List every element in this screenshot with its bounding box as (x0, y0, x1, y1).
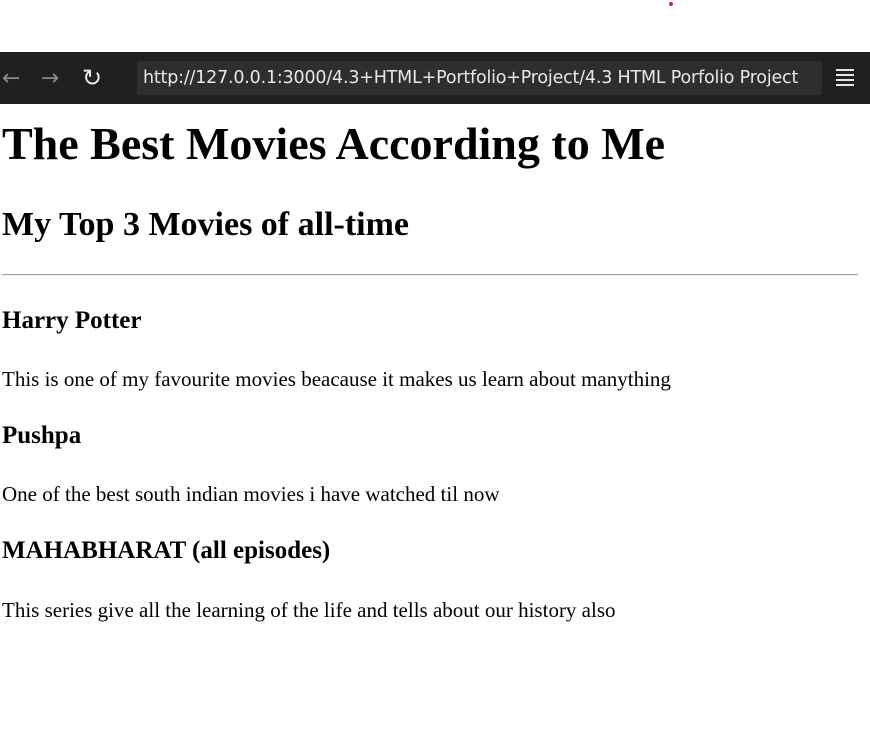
reload-icon: ↻ (81, 64, 103, 92)
browser-toolbar: ← → ↻ http://127.0.0.1:3000/4.3+HTML+Por… (0, 52, 870, 104)
movie-title-pushpa: Pushpa (2, 422, 82, 449)
address-bar[interactable]: http://127.0.0.1:3000/4.3+HTML+Portfolio… (137, 61, 822, 95)
arrow-left-icon: ← (2, 65, 21, 91)
back-button[interactable]: ← (0, 52, 30, 104)
menu-icon-line (836, 73, 854, 76)
arrow-right-icon: → (40, 65, 60, 91)
movie-description-harry-potter: This is one of my favourite movies beaca… (2, 367, 671, 391)
movie-title-mahabharat: MAHABHARAT (all episodes) (2, 537, 331, 564)
reload-button[interactable]: ↻ (70, 52, 114, 104)
top-strip (0, 0, 870, 52)
menu-icon-line (836, 83, 854, 86)
section-title: My Top 3 Movies of all-time (2, 206, 410, 243)
forward-button[interactable]: → (30, 52, 70, 104)
menu-button[interactable] (834, 66, 856, 88)
movie-description-mahabharat: This series give all the learning of the… (2, 598, 616, 622)
red-dot-indicator (669, 2, 673, 6)
movie-description-pushpa: One of the best south indian movies i ha… (2, 482, 500, 506)
menu-icon-line (836, 78, 854, 81)
url-text: http://127.0.0.1:3000/4.3+HTML+Portfolio… (143, 68, 799, 88)
page-title: The Best Movies According to Me (2, 118, 666, 169)
horizontal-rule (2, 274, 858, 276)
menu-icon-line (836, 68, 854, 71)
movie-title-harry-potter: Harry Potter (2, 307, 142, 334)
